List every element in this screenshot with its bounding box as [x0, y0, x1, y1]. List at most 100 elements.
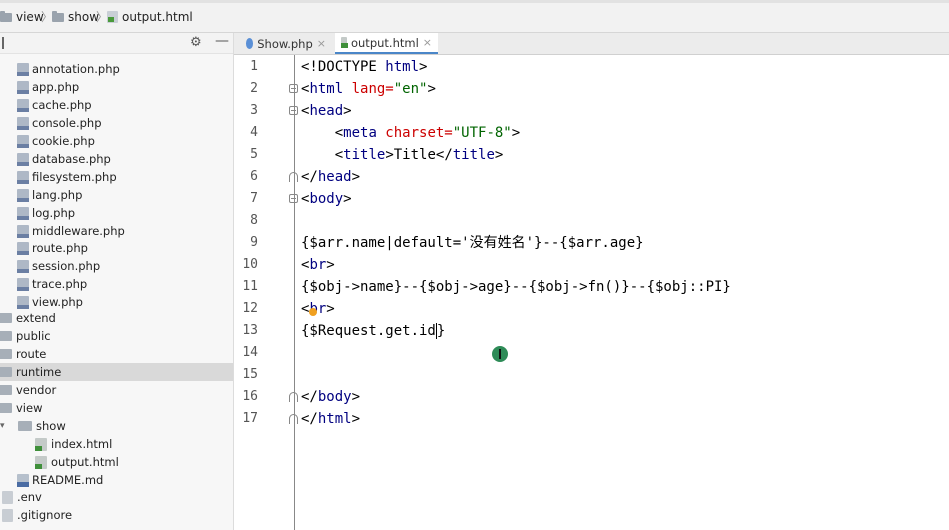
code-line-17[interactable]: </html> [301, 408, 360, 430]
code-token: > [351, 169, 361, 185]
tree-file-env[interactable]: .env [2, 488, 42, 506]
line-number: 14 [242, 345, 258, 360]
php-file-icon [17, 116, 29, 130]
code-token: charset= [376, 125, 453, 141]
code-line-5[interactable]: <title>Title</title> [301, 144, 504, 166]
code-line-13[interactable]: {$Request.get.id} [301, 320, 445, 342]
minimize-icon[interactable]: — [215, 33, 229, 49]
breadcrumb-view[interactable]: view [0, 9, 44, 25]
tree-file[interactable]: filesystem.php [17, 168, 117, 186]
intention-bulb-icon[interactable] [309, 308, 317, 316]
php-file-icon [17, 98, 29, 112]
mouse-cursor-icon [492, 346, 508, 362]
php-file-icon [17, 277, 29, 291]
breadcrumb-label: view [16, 10, 44, 24]
tree-file[interactable]: cookie.php [17, 132, 95, 150]
code-line-16[interactable]: </body> [301, 386, 360, 408]
tree-file[interactable]: middleware.php [17, 222, 125, 240]
tree-file[interactable]: trace.php [17, 275, 87, 293]
code-token: {$Request.get.id [301, 323, 436, 339]
file-label: cache.php [32, 98, 92, 112]
code-token: "en" [393, 81, 428, 97]
folder-icon [0, 367, 12, 377]
code-token: > [326, 257, 335, 273]
gear-icon[interactable]: ⚙ [190, 35, 202, 50]
code-line-1[interactable]: <!DOCTYPE html> [301, 56, 427, 78]
code-line-7[interactable]: <body> [301, 188, 352, 210]
tree-file[interactable]: route.php [17, 239, 88, 257]
code-token: </ [301, 411, 318, 427]
code-line-3[interactable]: <head> [301, 100, 352, 122]
code-line-4[interactable]: <meta charset="UTF-8"> [301, 122, 520, 144]
php-class-icon [246, 38, 254, 49]
file-label: trace.php [32, 277, 88, 291]
code-token: > [511, 125, 521, 141]
code-token: lang= [343, 81, 394, 97]
code-token: </ [301, 169, 318, 185]
code-token: > [326, 301, 335, 317]
code-token: </ [301, 389, 318, 405]
tree-folder-show[interactable]: ▾ show [0, 417, 66, 435]
tree-folder-route[interactable]: route [0, 345, 46, 363]
code-token: title [452, 147, 495, 163]
code-line-11[interactable]: {$obj->name}--{$obj->age}--{$obj->fn()}-… [301, 276, 731, 298]
tree-file[interactable]: app.php [17, 78, 79, 96]
line-number: 9 [250, 235, 258, 250]
code-line-9[interactable]: {$arr.name|default='没有姓名'}--{$arr.age} [301, 232, 644, 254]
tree-file-gitignore[interactable]: .gitignore [2, 506, 72, 524]
close-icon[interactable]: × [423, 36, 432, 49]
tree-file[interactable]: database.php [17, 150, 111, 168]
code-line-6[interactable]: </head> [301, 166, 360, 188]
line-number: 7 [250, 191, 258, 206]
folder-icon [0, 313, 12, 323]
code-line-2[interactable]: <html lang="en"> [301, 78, 436, 100]
code-token: body [317, 389, 352, 405]
file-label: console.php [32, 116, 102, 130]
file-label: session.php [32, 259, 101, 273]
code-token: title [343, 147, 386, 163]
file-label: view.php [32, 295, 83, 309]
breadcrumb-show[interactable]: show [52, 9, 99, 25]
tree-file-index-html[interactable]: index.html [35, 435, 112, 453]
tree-file[interactable]: annotation.php [17, 60, 120, 78]
tree-folder-vendor[interactable]: vendor [0, 381, 56, 399]
line-number: 10 [242, 257, 258, 272]
folder-label: show [36, 419, 66, 433]
tree-file-readme[interactable]: README.md [17, 471, 103, 489]
tab-output-html[interactable]: output.html × [335, 33, 438, 54]
html-file-icon [35, 455, 47, 469]
tree-file[interactable]: session.php [17, 257, 100, 275]
tree-folder-view[interactable]: view [0, 399, 42, 417]
tree-file[interactable]: cache.php [17, 96, 92, 114]
file-label: index.html [51, 437, 113, 451]
tree-file[interactable]: log.php [17, 204, 75, 222]
tree-file[interactable]: lang.php [17, 186, 82, 204]
chevron-down-icon[interactable]: ▾ [0, 421, 10, 431]
line-number: 15 [242, 367, 258, 382]
php-file-icon [17, 259, 29, 273]
php-file-icon [17, 224, 29, 238]
tree-folder-public[interactable]: public [0, 327, 51, 345]
php-file-icon [17, 188, 29, 202]
php-file-icon [17, 295, 29, 309]
tree-folder-runtime[interactable]: runtime [0, 363, 233, 381]
folder-icon [0, 331, 12, 341]
line-number: 13 [242, 323, 258, 338]
file-label: lang.php [32, 188, 83, 202]
collapse-icon[interactable] [2, 37, 4, 49]
breadcrumb-output-html[interactable]: output.html [107, 9, 193, 25]
breadcrumb-label: show [68, 10, 100, 24]
code-line-12[interactable]: <br> [301, 298, 335, 320]
tree-file[interactable]: console.php [17, 114, 102, 132]
tree-folder-extend[interactable]: extend [0, 309, 56, 327]
code-editor[interactable]: 1 2 3 4 5 6 7 8 9 10 11 12 13 14 15 16 1… [234, 55, 949, 530]
tab-show-php[interactable]: Show.php × [240, 33, 332, 54]
code-token: html [309, 81, 344, 97]
line-number: 3 [250, 103, 258, 118]
file-label: annotation.php [32, 62, 120, 76]
folder-icon [0, 10, 12, 22]
file-label: app.php [32, 80, 80, 94]
tree-file-output-html[interactable]: output.html [35, 453, 119, 471]
code-line-10[interactable]: <br> [301, 254, 335, 276]
close-icon[interactable]: × [317, 37, 326, 50]
